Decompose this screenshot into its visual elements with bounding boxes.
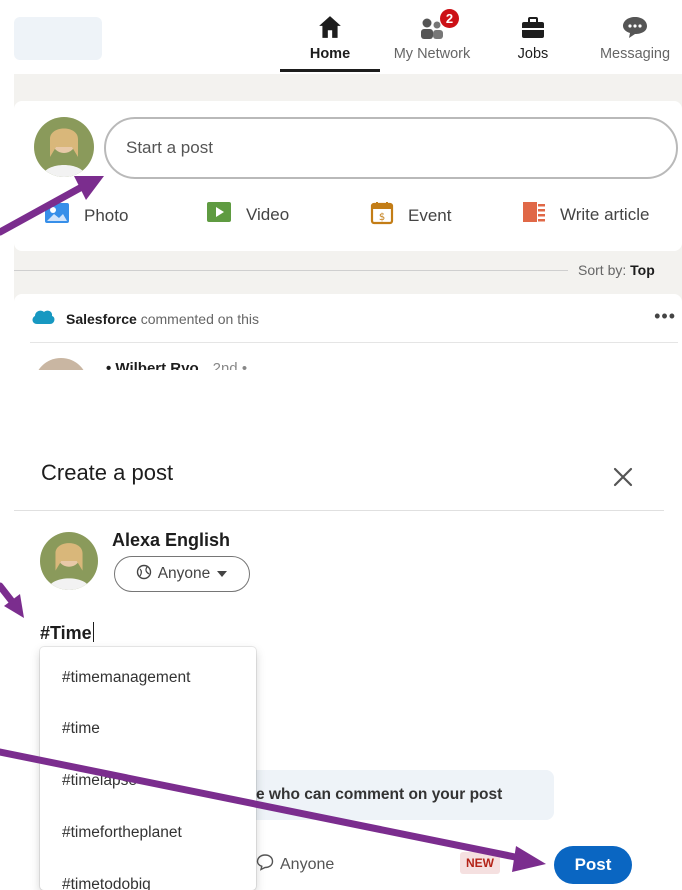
hashtag-option[interactable]: #timefortheplanet <box>62 824 182 842</box>
divider <box>30 342 678 343</box>
nav-active-indicator <box>280 69 380 72</box>
compose-text: #Time <box>40 623 92 643</box>
video-icon <box>206 201 232 228</box>
article-icon <box>522 201 546 228</box>
calendar-icon: $ <box>370 201 394 230</box>
comment-control-text: e who can comment on your post <box>256 786 503 803</box>
nav-messaging[interactable]: Messaging <box>590 12 680 72</box>
video-button[interactable]: Video <box>206 201 289 228</box>
globe-icon <box>136 564 152 585</box>
write-article-button[interactable]: Write article <box>522 201 649 228</box>
nav-messaging-label: Messaging <box>599 46 671 62</box>
post-author-name[interactable]: • Wilbert Ryo 2nd • <box>106 360 247 370</box>
video-label: Video <box>246 204 290 224</box>
event-button[interactable]: $ Event <box>370 201 451 230</box>
nav-my-network-label: My Network <box>393 46 471 62</box>
event-label: Event <box>408 205 452 225</box>
modal-title: Create a post <box>41 460 174 485</box>
avatar <box>40 532 98 590</box>
home-icon <box>317 12 343 40</box>
hashtag-suggestions: #timemanagement #time #timelapse #timefo… <box>40 647 256 890</box>
nav-home-label: Home <box>309 46 351 62</box>
caret-down-icon <box>216 565 228 583</box>
hashtag-option[interactable]: #timelapse <box>62 772 137 790</box>
write-article-label: Write article <box>560 204 650 224</box>
briefcase-icon <box>520 12 546 40</box>
top-nav: Home 2 My Network Jobs Messaging <box>0 0 682 74</box>
more-options-button[interactable]: ••• <box>654 306 676 327</box>
post-text-editor[interactable]: #Time <box>40 622 94 644</box>
avatar[interactable] <box>34 117 94 177</box>
create-post-modal: Create a post Alexa English Anyone #Time… <box>14 442 664 890</box>
share-box: Start a post Photo Video $ Event Write a… <box>14 101 682 251</box>
divider <box>14 270 568 271</box>
sort-value: Top <box>630 262 655 278</box>
people-icon: 2 <box>418 9 459 40</box>
divider <box>14 510 664 511</box>
svg-text:$: $ <box>379 212 385 223</box>
photo-label: Photo <box>84 205 129 225</box>
nav-jobs[interactable]: Jobs <box>495 12 571 72</box>
audience-label: Anyone <box>157 565 211 582</box>
nav-my-network[interactable]: 2 My Network <box>382 9 482 72</box>
text-cursor <box>92 622 94 642</box>
comment-control-bar[interactable]: e who can comment on your post <box>236 770 554 820</box>
activity-text: commented on this <box>140 310 260 327</box>
nav-jobs-label: Jobs <box>517 46 549 62</box>
feed-post-card: Salesforce commented on this ••• • Wilbe… <box>14 294 682 370</box>
audience-selector[interactable]: Anyone <box>114 556 250 592</box>
photo-icon <box>44 201 70 230</box>
activity-header: Salesforce commented on this <box>30 308 259 329</box>
author-name: Alexa English <box>112 530 231 550</box>
company-name[interactable]: Salesforce <box>66 311 137 327</box>
sort-prefix: Sort by: <box>578 262 627 278</box>
cloud-logo-icon <box>30 308 56 329</box>
photo-button[interactable]: Photo <box>44 201 128 230</box>
post-button[interactable]: Post <box>554 846 632 884</box>
comment-audience-label: Anyone <box>280 855 335 873</box>
hashtag-option[interactable]: #time <box>62 720 100 738</box>
start-post-input[interactable]: Start a post <box>104 117 678 179</box>
avatar[interactable] <box>34 358 88 370</box>
notification-badge: 2 <box>440 9 459 28</box>
comment-audience-button[interactable]: Anyone <box>256 853 334 876</box>
arrow-hashtag <box>0 582 18 608</box>
search-bar[interactable] <box>14 17 102 60</box>
close-icon[interactable] <box>610 464 636 490</box>
sort-dropdown[interactable]: Sort by: Top <box>578 262 655 278</box>
hashtag-option[interactable]: #timemanagement <box>62 669 190 687</box>
nav-home[interactable]: Home <box>280 12 380 72</box>
new-badge: NEW <box>460 852 500 874</box>
hashtag-option[interactable]: #timetodobig <box>62 876 151 890</box>
comment-icon <box>256 853 274 876</box>
connection-degree: 2nd • <box>212 360 248 370</box>
chat-icon <box>621 12 649 40</box>
